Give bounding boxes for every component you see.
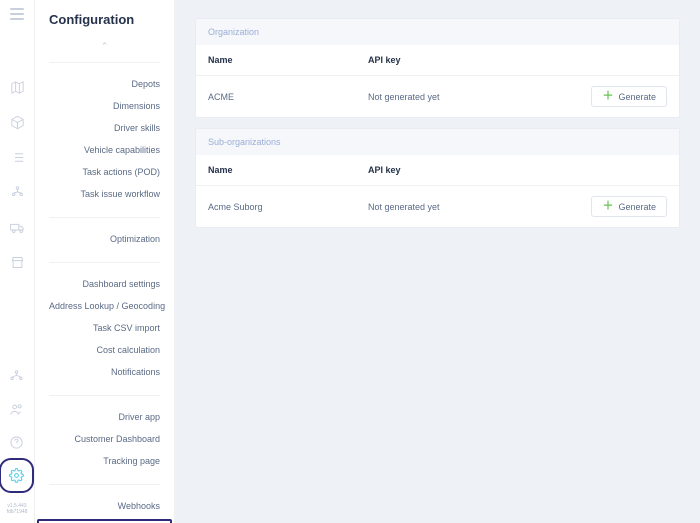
cell-org-name: ACME (196, 76, 356, 118)
version-line-2: fdb71948 (7, 509, 28, 515)
sidenav-item-tracking-page[interactable]: Tracking page (49, 450, 160, 472)
sidenav-item-vehicle-capabilities[interactable]: Vehicle capabilities (49, 139, 160, 161)
generate-button-label: Generate (618, 202, 656, 212)
org-icon[interactable] (10, 185, 25, 200)
settings-icon[interactable] (9, 468, 24, 483)
rail-top-icons (10, 80, 25, 369)
version-label: v1.5.443 fdb71948 (7, 503, 28, 515)
col-header-name: Name (196, 155, 356, 186)
icon-rail: v1.5.443 fdb71948 (0, 0, 35, 523)
page-title: Configuration (35, 0, 174, 37)
panel-sub-organizations: Sub-organizations Name API key Acme Subo… (195, 128, 680, 228)
sidenav-item-task-actions[interactable]: Task actions (POD) (49, 161, 160, 183)
users-icon[interactable] (9, 402, 24, 417)
list-icon[interactable] (10, 150, 25, 165)
sidenav-group-4: Driver app Customer Dashboard Tracking p… (49, 395, 160, 484)
org-table: Name API key ACME Not generated yet ＋ Ge… (196, 45, 679, 117)
sidenav-body: ⌃ Depots Dimensions Driver skills Vehicl… (35, 37, 174, 523)
map-icon[interactable] (10, 80, 25, 95)
generate-button-label: Generate (618, 92, 656, 102)
sidenav-item-cost-calculation[interactable]: Cost calculation (49, 339, 160, 361)
sidenav: Configuration ⌃ Depots Dimensions Driver… (35, 0, 175, 523)
suborg-table: Name API key Acme Suborg Not generated y… (196, 155, 679, 227)
rail-bottom-icons: v1.5.443 fdb71948 (7, 369, 28, 523)
col-header-key: API key (356, 45, 556, 76)
sidenav-item-driver-app[interactable]: Driver app (49, 406, 160, 428)
sidenav-item-dimensions[interactable]: Dimensions (49, 95, 160, 117)
help-icon[interactable] (9, 435, 24, 450)
truck-icon[interactable] (10, 220, 25, 235)
col-header-actions (556, 45, 679, 76)
sidenav-item-task-issue-workflow[interactable]: Task issue workflow (49, 183, 160, 205)
sidenav-item-dashboard-settings[interactable]: Dashboard settings (49, 273, 160, 295)
generate-button[interactable]: ＋ Generate (591, 86, 667, 107)
sidenav-item-customer-dashboard[interactable]: Customer Dashboard (49, 428, 160, 450)
col-header-actions (556, 155, 679, 186)
package-icon[interactable] (10, 115, 25, 130)
cell-suborg-actions: ＋ Generate (556, 186, 679, 228)
panel-heading-organization: Organization (196, 19, 679, 45)
col-header-name: Name (196, 45, 356, 76)
sidenav-item-optimization[interactable]: Optimization (49, 228, 160, 250)
cell-suborg-key: Not generated yet (356, 186, 556, 228)
main-content: Organization Name API key ACME Not gener… (175, 0, 700, 523)
plus-icon: ＋ (602, 91, 613, 102)
panel-heading-sub-organizations: Sub-organizations (196, 129, 679, 155)
share-icon[interactable] (9, 369, 24, 384)
chevron-up-icon[interactable]: ⌃ (49, 37, 160, 62)
store-icon[interactable] (10, 255, 25, 270)
plus-icon: ＋ (602, 201, 613, 212)
cell-org-actions: ＋ Generate (556, 76, 679, 118)
menu-toggle-icon[interactable] (10, 8, 24, 20)
sidenav-group-1: Depots Dimensions Driver skills Vehicle … (49, 62, 160, 217)
sidenav-group-5: Webhooks API keys (49, 484, 160, 523)
sidenav-item-depots[interactable]: Depots (49, 73, 160, 95)
sidenav-group-2: Optimization (49, 217, 160, 262)
sidenav-item-driver-skills[interactable]: Driver skills (49, 117, 160, 139)
sidenav-item-notifications[interactable]: Notifications (49, 361, 160, 383)
cell-suborg-name: Acme Suborg (196, 186, 356, 228)
app-root: v1.5.443 fdb71948 Configuration ⌃ Depots… (0, 0, 700, 523)
sidenav-item-task-csv-import[interactable]: Task CSV import (49, 317, 160, 339)
sidenav-item-active-wrap: API keys (37, 519, 172, 523)
generate-button[interactable]: ＋ Generate (591, 196, 667, 217)
table-row: ACME Not generated yet ＋ Generate (196, 76, 679, 118)
panel-organization: Organization Name API key ACME Not gener… (195, 18, 680, 118)
sidenav-item-webhooks[interactable]: Webhooks (49, 495, 160, 517)
cell-org-key: Not generated yet (356, 76, 556, 118)
sidenav-group-3: Dashboard settings Address Lookup / Geoc… (49, 262, 160, 395)
table-row: Acme Suborg Not generated yet ＋ Generate (196, 186, 679, 228)
sidenav-item-address-lookup[interactable]: Address Lookup / Geocoding (49, 295, 160, 317)
col-header-key: API key (356, 155, 556, 186)
